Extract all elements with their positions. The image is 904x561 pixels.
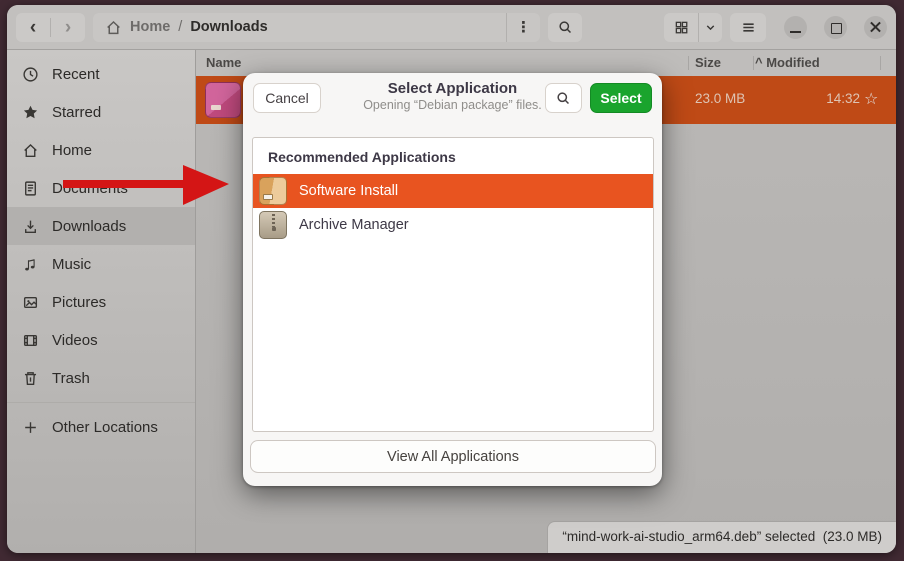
column-separator[interactable]	[880, 56, 881, 70]
recommended-section-header: Recommended Applications	[253, 138, 653, 174]
sidebar-item-label: Starred	[52, 104, 101, 121]
column-separator[interactable]	[688, 56, 689, 70]
modified-label: Modified	[766, 55, 819, 70]
app-row-software-install[interactable]: Software Install	[253, 174, 653, 208]
view-all-applications-button[interactable]: View All Applications	[250, 440, 656, 473]
deb-package-file-icon	[205, 82, 241, 118]
screenshot-stage: ‹ › Home / Downloads ⋮	[0, 0, 904, 561]
star-toggle[interactable]: ☆	[864, 89, 878, 109]
sidebar-item-other-locations[interactable]: Other Locations	[7, 408, 195, 446]
search-icon	[556, 91, 571, 106]
breadcrumb[interactable]: Home / Downloads ⋮	[93, 13, 540, 42]
forward-button[interactable]: ›	[50, 18, 85, 37]
nav-button-group: ‹ ›	[16, 13, 85, 42]
dialog-search-button[interactable]	[545, 83, 582, 113]
trash-icon	[22, 370, 39, 387]
file-size: 23.0 MB	[695, 91, 745, 106]
grid-view-button[interactable]	[664, 13, 698, 42]
sidebar-item-downloads[interactable]: Downloads	[7, 207, 195, 245]
sidebar-item-home[interactable]: Home	[7, 131, 195, 169]
film-icon	[22, 332, 39, 349]
view-options-button[interactable]	[698, 13, 722, 42]
kebab-icon: ⋮	[516, 19, 531, 36]
star-outline-icon: ☆	[864, 91, 878, 108]
column-separator[interactable]	[753, 56, 754, 70]
software-install-icon	[259, 177, 287, 205]
select-application-dialog: Cancel Select Application Opening “Debia…	[243, 73, 662, 486]
star-icon	[22, 104, 39, 121]
column-header-name[interactable]: Name	[206, 55, 241, 70]
sort-caret: ^	[755, 55, 763, 70]
window-controls	[784, 16, 887, 39]
breadcrumb-home[interactable]: Home	[130, 19, 170, 35]
breadcrumb-separator: /	[178, 19, 182, 35]
app-row-archive-manager[interactable]: Archive Manager	[253, 208, 653, 242]
sidebar-item-music[interactable]: Music	[7, 245, 195, 283]
sidebar-item-documents[interactable]: Documents	[7, 169, 195, 207]
cancel-button[interactable]: Cancel	[253, 83, 321, 113]
sidebar-item-label: Pictures	[52, 294, 106, 311]
sidebar-item-label: Trash	[52, 370, 90, 387]
app-name: Software Install	[299, 183, 398, 199]
home-icon	[105, 19, 122, 36]
sidebar-item-trash[interactable]: Trash	[7, 359, 195, 397]
music-note-icon	[22, 256, 39, 273]
sidebar-item-label: Documents	[52, 180, 128, 197]
maximize-button[interactable]	[824, 16, 847, 39]
column-header-modified[interactable]: ^ Modified	[755, 55, 820, 70]
back-button[interactable]: ‹	[16, 18, 50, 37]
sidebar-item-label: Videos	[52, 332, 98, 349]
home-icon	[22, 142, 39, 159]
path-menu-button[interactable]: ⋮	[507, 18, 540, 36]
sidebar-item-recent[interactable]: Recent	[7, 55, 195, 93]
sidebar-item-label: Home	[52, 142, 92, 159]
application-list: Recommended Applications Software Instal…	[252, 137, 654, 432]
close-button[interactable]	[864, 16, 887, 39]
column-header-size[interactable]: Size	[695, 55, 721, 70]
main-menu-button[interactable]	[730, 13, 766, 42]
app-name: Archive Manager	[299, 217, 409, 233]
image-icon	[22, 294, 39, 311]
sidebar-item-label: Downloads	[52, 218, 126, 235]
hamburger-icon	[741, 20, 756, 35]
view-toggle-group	[664, 13, 722, 42]
headerbar: ‹ › Home / Downloads ⋮	[7, 5, 896, 50]
selection-status-bar: “mind-work-ai-studio_arm64.deb” selected…	[547, 521, 896, 553]
minimize-button[interactable]	[784, 16, 807, 39]
clock-icon	[22, 66, 39, 83]
select-button[interactable]: Select	[590, 83, 652, 113]
grid-view-icon	[674, 20, 689, 35]
sidebar-item-starred[interactable]: Starred	[7, 93, 195, 131]
chevron-down-icon	[704, 21, 717, 34]
file-modified-time: 14:32	[826, 91, 860, 106]
back-icon: ‹	[30, 18, 36, 37]
sidebar-item-label: Music	[52, 256, 91, 273]
sidebar-item-label: Other Locations	[52, 419, 158, 436]
sidebar-item-videos[interactable]: Videos	[7, 321, 195, 359]
sidebar-item-label: Recent	[52, 66, 100, 83]
sidebar-separator	[7, 402, 195, 403]
download-arrow-icon	[22, 218, 39, 235]
plus-icon	[22, 419, 39, 436]
forward-icon: ›	[65, 18, 71, 37]
breadcrumb-current[interactable]: Downloads	[190, 19, 267, 35]
search-button[interactable]	[548, 13, 582, 42]
archive-manager-icon	[259, 211, 287, 239]
search-icon	[558, 20, 573, 35]
dialog-header-actions: Select	[545, 83, 652, 113]
document-icon	[22, 180, 39, 197]
dialog-header: Cancel Select Application Opening “Debia…	[243, 73, 662, 123]
sidebar-item-pictures[interactable]: Pictures	[7, 283, 195, 321]
sidebar: Recent Starred Home	[7, 50, 196, 553]
